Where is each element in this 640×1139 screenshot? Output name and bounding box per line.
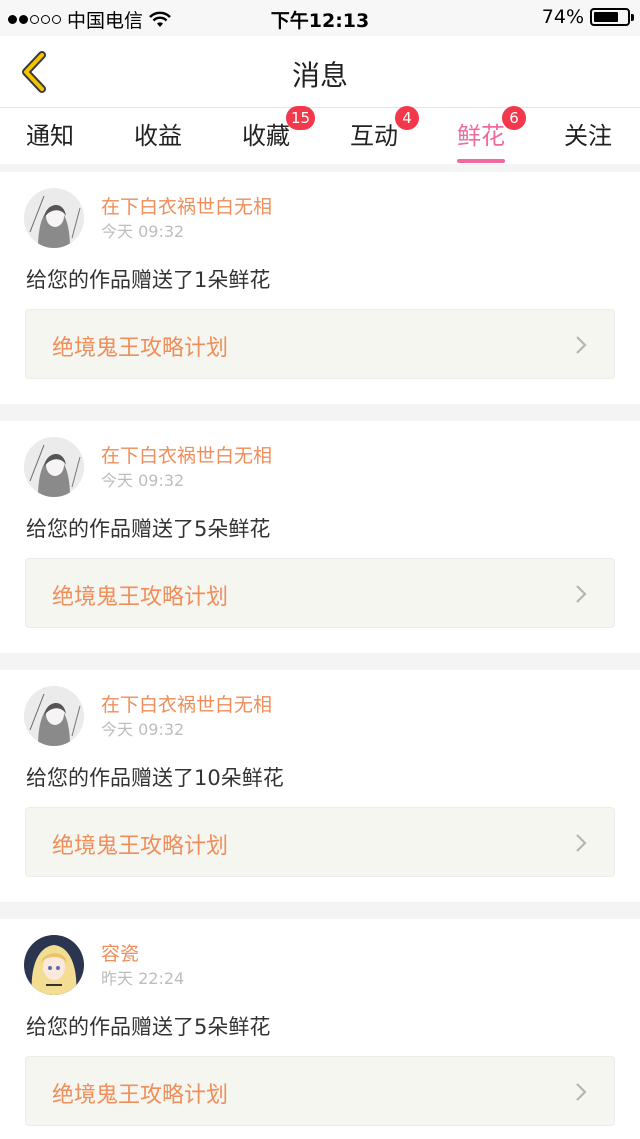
- battery-icon: [590, 8, 634, 26]
- chevron-right-icon: [576, 1083, 587, 1101]
- battery-fill: [594, 12, 618, 22]
- sender-name[interactable]: 在下白衣祸世白无相: [101, 441, 272, 468]
- work-title: 绝境鬼王攻略计划: [52, 336, 229, 361]
- message-text: 给您的作品赠送了1朵鲜花: [26, 268, 271, 292]
- message-time: 今天 09:32: [101, 720, 185, 739]
- work-title: 绝境鬼王攻略计划: [52, 585, 229, 610]
- tab-label: 通知: [26, 122, 74, 150]
- tab-badge: 6: [502, 106, 526, 130]
- tab-badge: 4: [395, 106, 419, 130]
- avatar[interactable]: [24, 935, 84, 995]
- message-card: 在下白衣祸世白无相 今天 09:32 给您的作品赠送了5朵鲜花 绝境鬼王攻略计划: [0, 421, 640, 653]
- sender-name[interactable]: 在下白衣祸世白无相: [101, 192, 272, 219]
- message-card: 在下白衣祸世白无相 今天 09:32 给您的作品赠送了10朵鲜花 绝境鬼王攻略计…: [0, 670, 640, 902]
- tab-badge: 15: [286, 106, 316, 130]
- tab-bar: 通知 收益 收藏 15 互动 4 鲜花 6 关注: [0, 106, 640, 164]
- avatar[interactable]: [24, 188, 84, 248]
- message-card: 在下白衣祸世白无相 今天 09:32 给您的作品赠送了1朵鲜花 绝境鬼王攻略计划: [0, 172, 640, 404]
- message-text: 给您的作品赠送了5朵鲜花: [26, 1015, 271, 1039]
- tab-label: 收益: [134, 122, 182, 150]
- tab-label: 关注: [564, 122, 612, 150]
- battery-percent: 74%: [541, 6, 584, 28]
- sender-name[interactable]: 在下白衣祸世白无相: [101, 690, 272, 717]
- tab-notifications[interactable]: 通知: [26, 116, 74, 151]
- chevron-right-icon: [576, 585, 587, 603]
- work-link[interactable]: 绝境鬼王攻略计划: [25, 558, 615, 628]
- avatar[interactable]: [24, 437, 84, 497]
- work-title: 绝境鬼王攻略计划: [52, 834, 229, 859]
- work-link[interactable]: 绝境鬼王攻略计划: [25, 1056, 615, 1126]
- tab-interactions[interactable]: 互动 4: [350, 106, 419, 151]
- chevron-right-icon: [576, 834, 587, 852]
- tab-label: 互动: [350, 122, 398, 150]
- page-title: 消息: [291, 59, 348, 92]
- message-time: 昨天 22:24: [101, 969, 185, 988]
- message-text: 给您的作品赠送了5朵鲜花: [26, 517, 271, 541]
- active-tab-indicator: [457, 159, 505, 163]
- message-card: 容瓷 昨天 22:24 给您的作品赠送了5朵鲜花 绝境鬼王攻略计划: [0, 919, 640, 1139]
- status-bar: 中国电信 下午12:13 74%: [0, 0, 640, 36]
- message-time: 今天 09:32: [101, 222, 185, 241]
- tab-following[interactable]: 关注: [564, 116, 612, 151]
- tab-flowers[interactable]: 鲜花 6: [457, 106, 526, 163]
- tab-label: 鲜花: [457, 122, 505, 150]
- sender-name[interactable]: 容瓷: [101, 939, 139, 966]
- work-link[interactable]: 绝境鬼王攻略计划: [25, 309, 615, 379]
- avatar[interactable]: [24, 686, 84, 746]
- nav-bar: 消息: [0, 36, 640, 108]
- work-link[interactable]: 绝境鬼王攻略计划: [25, 807, 615, 877]
- tab-earnings[interactable]: 收益: [134, 116, 182, 151]
- work-title: 绝境鬼王攻略计划: [52, 1083, 229, 1108]
- chevron-right-icon: [576, 336, 587, 354]
- status-right: 74%: [541, 6, 634, 28]
- tab-favorites[interactable]: 收藏 15: [242, 106, 316, 151]
- message-time: 今天 09:32: [101, 471, 185, 490]
- message-text: 给您的作品赠送了10朵鲜花: [26, 766, 284, 790]
- tab-label: 收藏: [242, 122, 290, 150]
